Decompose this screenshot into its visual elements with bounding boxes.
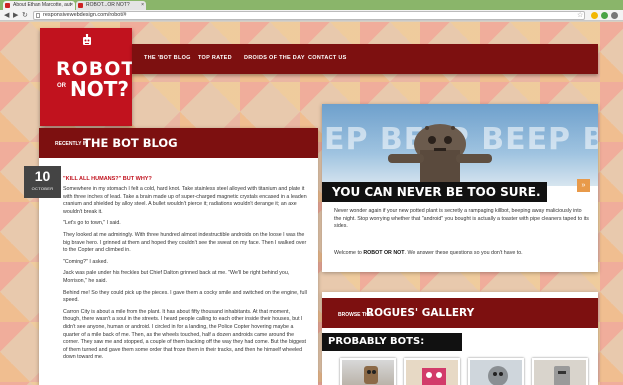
close-tab-icon[interactable]: × [141, 1, 144, 10]
browser-tab-bar: About Ethan Marcotte, aut × ROBOT...OR N… [0, 0, 623, 10]
hero-headline: YOU CAN NEVER BE TOO SURE. [322, 182, 547, 202]
blog-header-title: THE BOT BLOG [83, 136, 178, 150]
gallery-header-title: ROGUES' GALLERY [366, 307, 475, 319]
welcome-text-end: . We answer these questions so you don't… [404, 250, 523, 256]
extension-icon[interactable] [591, 12, 598, 19]
nav-contact-us[interactable]: CONTACT US [308, 55, 347, 61]
robot-thumbnail-image [364, 366, 378, 384]
blog-header: RECENTLY IN THE BOT BLOG [39, 128, 318, 158]
url-text: responsivewebdesign.com/robot/# [43, 12, 127, 18]
address-bar[interactable]: responsivewebdesign.com/robot/# [33, 11, 585, 20]
hero-welcome-paragraph: Welcome to ROBOT OR NOT. We answer these… [334, 250, 590, 258]
post-paragraph: "Let's go to town," I said. [63, 220, 121, 227]
post-paragraph: Carron City is about a mile from the pla… [63, 308, 307, 361]
reload-icon[interactable]: ↻ [22, 11, 28, 20]
back-arrow-icon[interactable]: ◀ [4, 11, 9, 20]
page-viewport: ROBOT OR NOT? THE 'BOT BLOG TOP RATED DR… [0, 22, 623, 385]
robot-thumbnail-image [422, 368, 446, 385]
post-date-day: 10 [34, 168, 51, 184]
page-icon [36, 13, 40, 18]
post-date-month: OCTOBER [31, 186, 54, 191]
post-body: Somewhere in my stomach I felt a cold, h… [63, 186, 309, 366]
welcome-site-name: ROBOT OR NOT [363, 250, 405, 256]
gallery-thumbnail[interactable] [468, 358, 524, 385]
post-title-link[interactable]: "KILL ALL HUMANS?" BUT WHY? [63, 176, 152, 182]
site-logo[interactable]: ROBOT OR NOT? [40, 28, 134, 126]
tab-label: About Ethan Marcotte, aut [13, 2, 72, 8]
gallery-thumbnail[interactable] [404, 358, 460, 385]
nav-top-rated[interactable]: TOP RATED [198, 55, 232, 61]
post-paragraph: Somewhere in my stomach I felt a cold, h… [63, 186, 307, 215]
main-navigation: THE 'BOT BLOG TOP RATED DROIDS OF THE DA… [132, 44, 598, 74]
robot-figure-image [388, 124, 492, 186]
robot-thumbnail-image [488, 366, 508, 385]
logo-or-text: OR [57, 83, 66, 89]
post-paragraph: They looked at me admiringly. With three… [63, 231, 307, 254]
post-paragraph: Jack was pale under his freckles but Chi… [63, 270, 290, 284]
close-tab-icon[interactable]: × [70, 1, 73, 10]
bookmark-star-icon[interactable]: ☆ [577, 11, 583, 19]
nav-droids-of-the-day[interactable]: DROIDS OF THE DAY [244, 55, 305, 61]
browser-toolbar: ◀ ▶ ↻ responsivewebdesign.com/robot/# ☆ [0, 10, 623, 21]
post-paragraph: Behind me! So they could pick up the pie… [63, 289, 307, 304]
extension-icon[interactable] [601, 12, 608, 19]
gallery-header: BROWSE THE ROGUES' GALLERY [322, 298, 598, 328]
post-date-badge: 10 OCTOBER [24, 166, 61, 198]
wrench-menu-icon[interactable] [611, 12, 618, 19]
post-paragraph: "Coming?" I asked. [63, 258, 108, 265]
browser-tab-robot-or-not[interactable]: ROBOT...OR NOT? × [76, 1, 146, 10]
hero-image: EP BEEP BEEP BEEP [322, 104, 598, 186]
rogues-gallery-panel: BROWSE THE ROGUES' GALLERY PROBABLY BOTS… [322, 292, 598, 385]
robot-head-icon [83, 34, 91, 45]
hero-paragraph: Never wonder again if your new potted pl… [334, 208, 589, 230]
gallery-thumbnail[interactable] [532, 358, 588, 385]
hero-panel: EP BEEP BEEP BEEP YOU CAN NEVER BE TOO S… [322, 104, 598, 272]
favicon-icon [78, 3, 83, 8]
favicon-icon [5, 3, 10, 8]
gallery-thumbnail[interactable] [340, 358, 396, 385]
browser-tab-ethan[interactable]: About Ethan Marcotte, aut × [3, 1, 75, 10]
forward-arrow-icon[interactable]: ▶ [13, 11, 18, 20]
nav-bot-blog[interactable]: THE 'BOT BLOG [144, 55, 191, 61]
logo-not-text: NOT? [70, 77, 129, 101]
tab-label: ROBOT...OR NOT? [86, 2, 130, 8]
next-slide-arrow-icon[interactable]: » [577, 179, 590, 192]
probably-bots-label: PROBABLY BOTS: [322, 333, 463, 351]
blog-panel: RECENTLY IN THE BOT BLOG 10 OCTOBER "KIL… [24, 128, 318, 385]
robot-thumbnail-image [554, 366, 570, 385]
welcome-text: Welcome to [334, 250, 364, 256]
